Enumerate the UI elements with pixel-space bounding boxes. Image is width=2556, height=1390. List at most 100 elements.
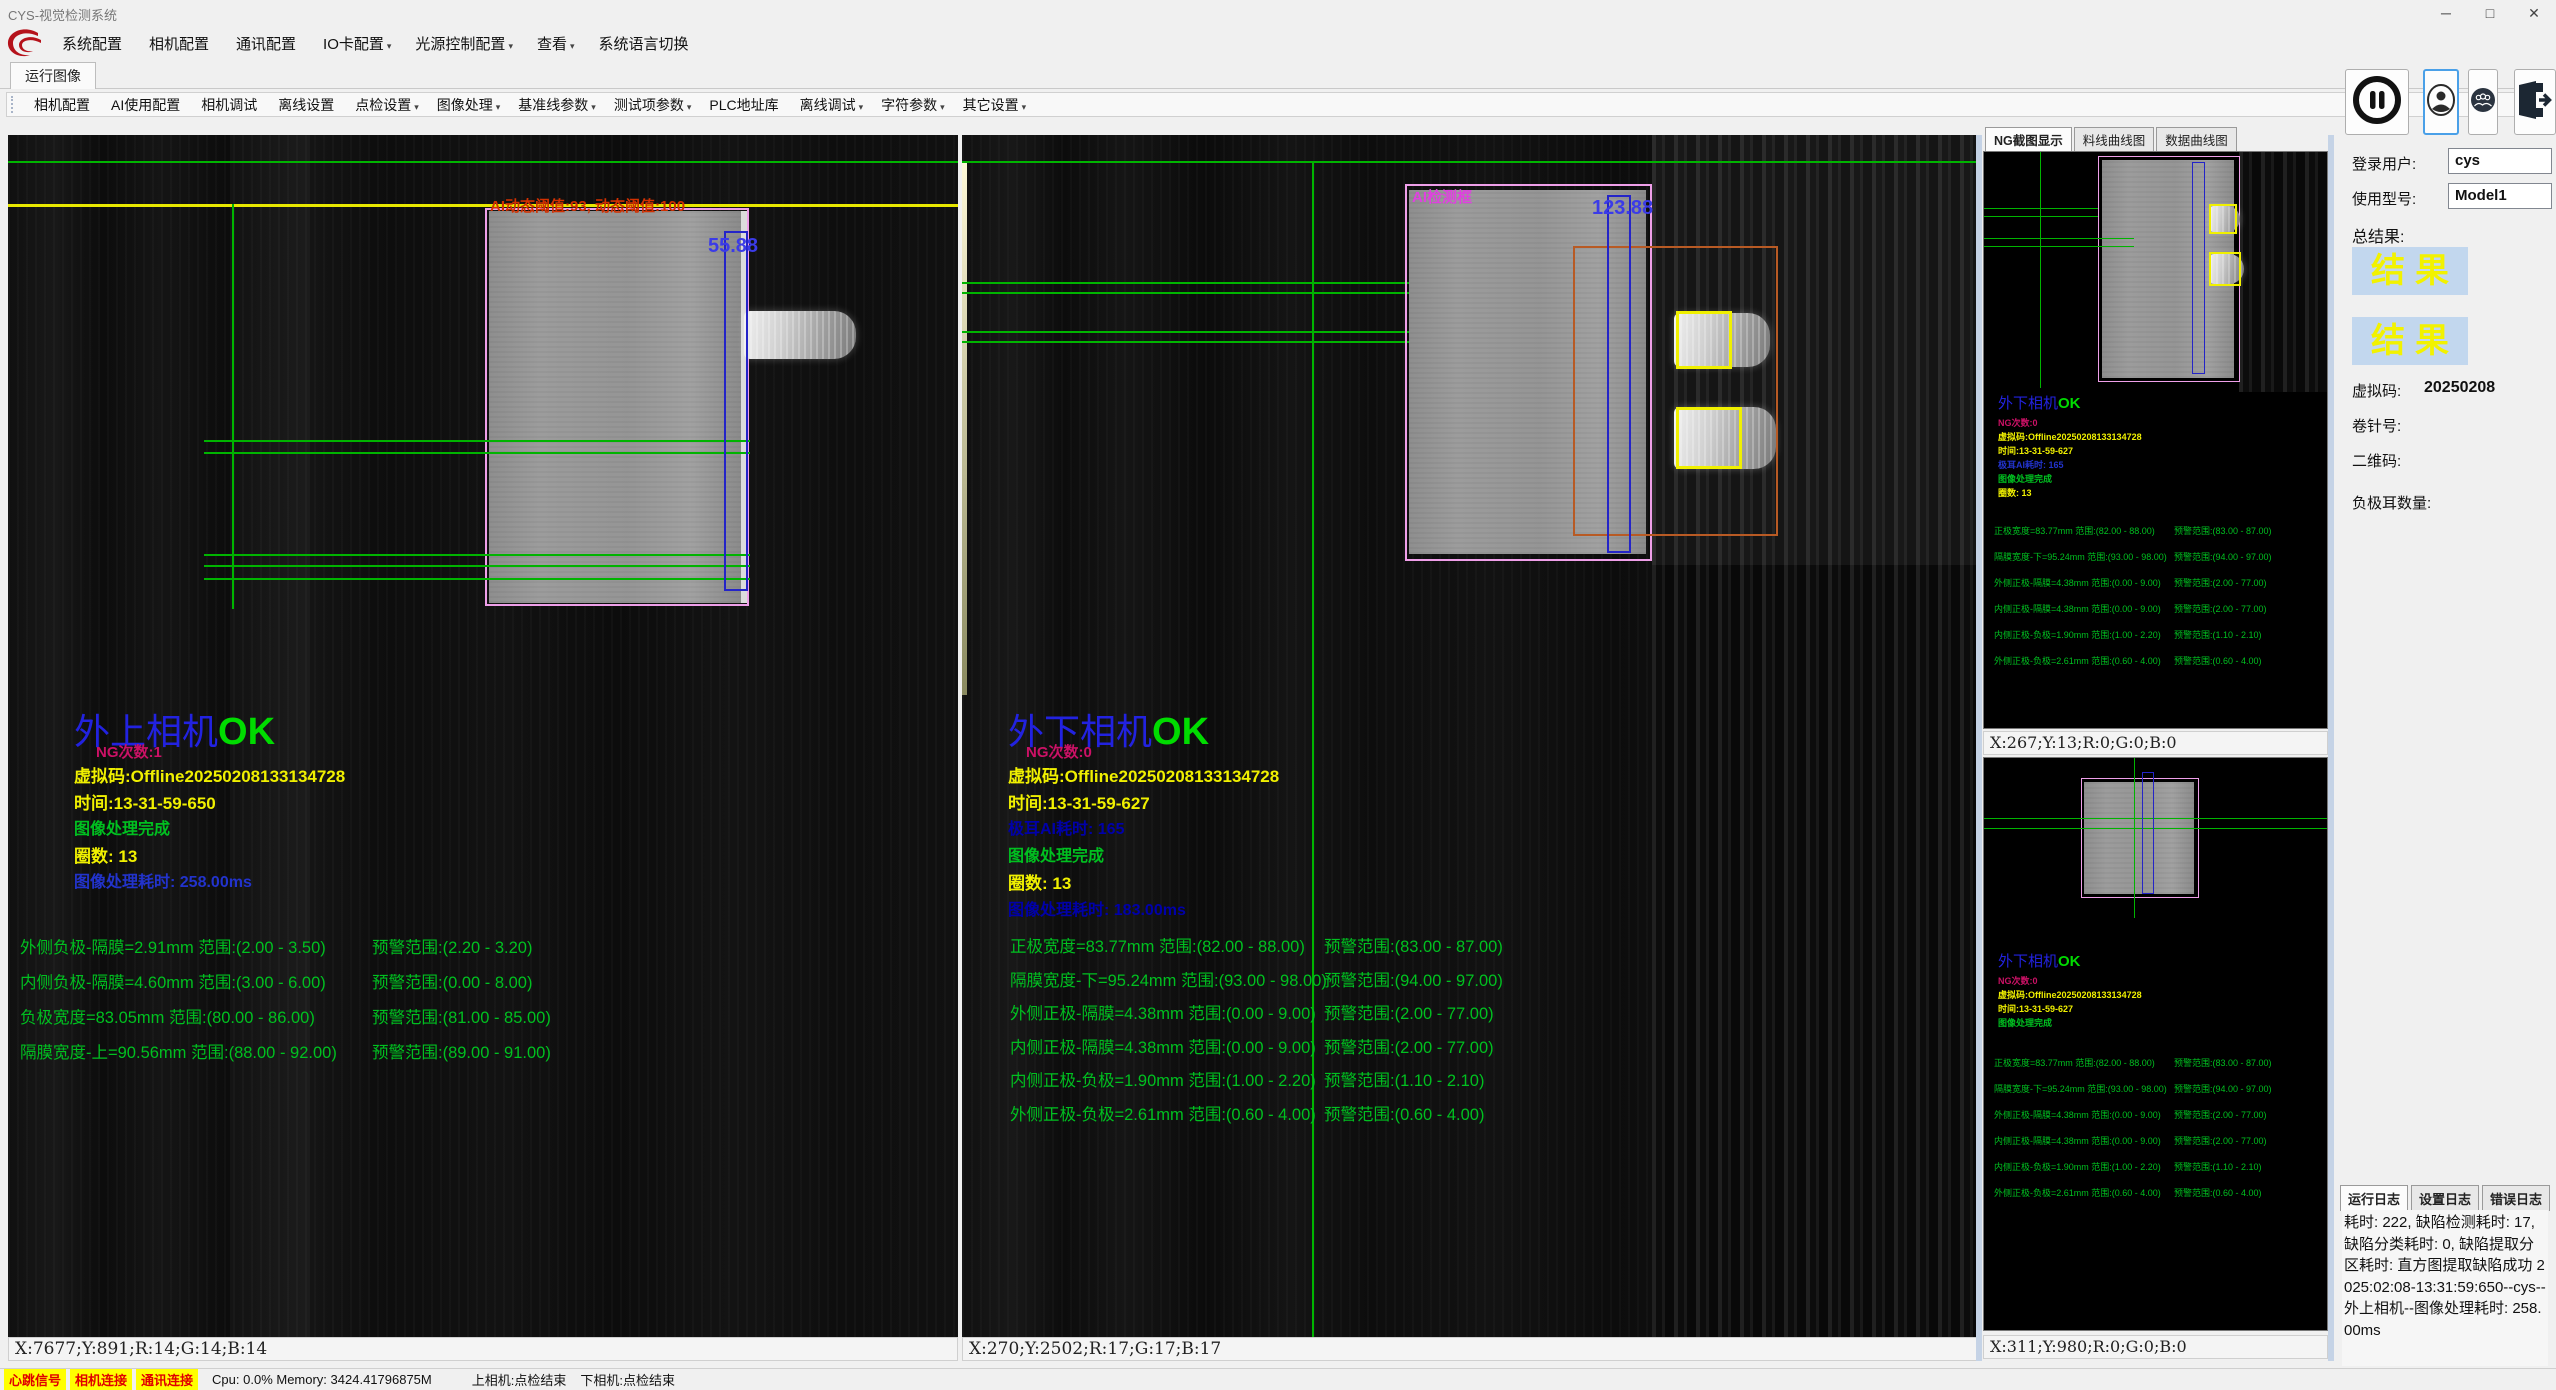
tab-ng-screenshot[interactable]: NG截图显示 xyxy=(1985,127,2072,151)
menu-item-label: 相机配置 xyxy=(149,36,209,53)
measurement-value: 外侧正极-负极=2.61mm 范围:(0.60 - 4.00) xyxy=(1010,1106,1316,1124)
measurement-warn-range: 预警范围:(0.60 - 4.00) xyxy=(1324,1099,1484,1133)
toolbar-item-label: PLC地址库 xyxy=(709,97,778,113)
menu-item[interactable]: 系统配置 xyxy=(50,33,137,54)
tab-data-curve[interactable]: 数据曲线图 xyxy=(2156,127,2237,151)
mini-measurement-value: 隔膜宽度-下=95.24mm 范围:(93.00 - 98.00) xyxy=(1994,1084,2167,1094)
ai-cost-line: 极耳AI耗时: 165 xyxy=(1008,815,1124,839)
log-tab-bar: 运行日志 设置日志 错误日志 xyxy=(2340,1185,2553,1211)
measurement-row: 内侧负极-隔膜=4.60mm 范围:(3.00 - 6.00) 预警范围:(0.… xyxy=(20,966,337,1001)
toolbar-item[interactable]: PLC地址库 xyxy=(700,95,790,115)
ai-threshold-label: AI动态阈值:93, 动态阈值:100 xyxy=(490,195,685,216)
preview-bottom-cursor-readout: X:311;Y:980;R:0;G:0;B:0 xyxy=(1983,1335,2328,1359)
model-field[interactable]: Model1 xyxy=(2448,183,2552,209)
ng-preview-top[interactable]: 外下相机OK NG次数:0 虚拟码:Offline202502081331347… xyxy=(1983,151,2328,729)
app-logo-icon xyxy=(5,27,43,59)
tab-run-log[interactable]: 运行日志 xyxy=(2340,1185,2408,1211)
menu-item[interactable]: 系统语言切换 xyxy=(587,33,704,54)
measurement-list: 外侧负极-隔膜=2.91mm 范围:(2.00 - 3.50) 预警范围:(2.… xyxy=(20,931,337,1071)
measurement-row: 隔膜宽度-上=90.56mm 范围:(88.00 - 92.00) 预警范围:(… xyxy=(20,1036,337,1071)
minimize-button[interactable]: ─ xyxy=(2424,0,2468,26)
virtual-code-label: 虚拟码: xyxy=(2352,380,2401,401)
toolbar-item[interactable]: 离线调试▾ xyxy=(791,95,873,115)
measurement-list: 正极宽度=83.77mm 范围:(82.00 - 88.00) 预警范围:(83… xyxy=(1010,931,1327,1132)
measurement-warn-range: 预警范围:(2.00 - 77.00) xyxy=(1324,1032,1494,1066)
virtual-code-value: 20250208 xyxy=(2424,379,2495,397)
measurement-value: 内侧正极-负极=1.90mm 范围:(1.00 - 2.20) xyxy=(1010,1072,1316,1090)
logout-icon xyxy=(2516,80,2554,125)
toolbar-item[interactable]: 相机配置 xyxy=(25,95,102,115)
process-cost-line: 图像处理耗时: 183.00ms xyxy=(1008,896,1186,920)
toolbar-item[interactable]: AI使用配置 xyxy=(102,95,192,115)
lower-camera-view[interactable]: AI检测框 123.88 外下相机OK NG次数:0 虚拟码:Offline20… xyxy=(962,135,1978,1337)
mini-machinery xyxy=(2239,152,2328,392)
toolbar-item[interactable]: 离线设置 xyxy=(269,95,346,115)
toolbar-item-label: 相机配置 xyxy=(34,97,90,113)
mini-measurement-warn: 预警范围:(83.00 - 87.00) xyxy=(2174,518,2272,544)
mini-measurement-row: 内侧正极-隔膜=4.38mm 范围:(0.00 - 9.00) 预警范围:(2.… xyxy=(1994,1128,2167,1154)
menu-item[interactable]: 相机配置 xyxy=(137,33,224,54)
ng-preview-bottom[interactable]: 外下相机OK NG次数:0 虚拟码:Offline202502081331347… xyxy=(1983,757,2328,1331)
mini-line-text: 虚拟码:Offline20250208133134728 xyxy=(1998,988,2142,1002)
chevron-down-icon: ▾ xyxy=(940,102,945,112)
mini-line-text: 时间:13-31-59-627 xyxy=(1998,444,2142,458)
menu-item[interactable]: IO卡配置▾ xyxy=(311,33,403,54)
toolbar-item[interactable]: 字符参数▾ xyxy=(872,95,954,115)
camera-status-ok: OK xyxy=(1152,711,1209,753)
tab-error-log[interactable]: 错误日志 xyxy=(2482,1185,2550,1211)
tab-config-log[interactable]: 设置日志 xyxy=(2411,1185,2479,1211)
mini-measurement-value: 外侧正极-负极=2.61mm 范围:(0.60 - 4.00) xyxy=(1994,1188,2161,1198)
toolbar-item[interactable]: 其它设置▾ xyxy=(954,95,1036,115)
mini-measurement-row: 隔膜宽度-下=95.24mm 范围:(93.00 - 98.00) 预警范围:(… xyxy=(1994,1076,2167,1102)
measurement-warn-range: 预警范围:(94.00 - 97.00) xyxy=(1324,965,1503,999)
toolbar-item[interactable]: 基准线参数▾ xyxy=(509,95,605,115)
reference-line-horizontal xyxy=(962,161,1978,163)
measurement-row: 外侧正极-隔膜=4.38mm 范围:(0.00 - 9.00) 预警范围:(2.… xyxy=(1010,998,1327,1032)
toolbar-item[interactable]: 相机调试 xyxy=(192,95,269,115)
pause-button[interactable] xyxy=(2345,69,2409,135)
toolbar-item[interactable]: 测试项参数▾ xyxy=(605,95,701,115)
measurement-value: 内侧正极-隔膜=4.38mm 范围:(0.00 - 9.00) xyxy=(1010,1039,1316,1057)
tab-run-image[interactable]: 运行图像 xyxy=(10,62,96,89)
tab-material-curve[interactable]: 料线曲线图 xyxy=(2074,127,2155,151)
status-badge: 通讯连接 xyxy=(136,1369,198,1390)
pause-icon xyxy=(2351,74,2403,131)
status-badge: 心跳信号 xyxy=(4,1369,66,1390)
toolbar-item-label: 测试项参数 xyxy=(614,97,684,113)
maximize-button[interactable]: □ xyxy=(2468,0,2512,26)
exit-button[interactable] xyxy=(2514,69,2556,135)
mini-measurement-row: 外侧正极-隔膜=4.38mm 范围:(0.00 - 9.00) 预警范围:(2.… xyxy=(1994,570,2167,596)
chevron-down-icon: ▾ xyxy=(591,102,596,112)
mini-frame-blue xyxy=(2142,772,2154,894)
close-button[interactable]: ✕ xyxy=(2512,0,2556,26)
mini-measurement-warn: 预警范围:(2.00 - 77.00) xyxy=(2174,1102,2267,1128)
login-user-field[interactable]: cys xyxy=(2448,148,2552,174)
menu-item-label: 查看 xyxy=(537,36,567,53)
measurement-row: 外侧正极-负极=2.61mm 范围:(0.60 - 4.00) 预警范围:(0.… xyxy=(1010,1099,1327,1133)
status-badges: 心跳信号 相机连接 通讯连接 xyxy=(0,1369,198,1390)
menu-item[interactable]: 通讯配置 xyxy=(224,33,311,54)
mini-line xyxy=(1984,828,2328,829)
upper-camera-view[interactable]: AI动态阈值:93, 动态阈值:100 55.88 外上相机OK NG次数:1 … xyxy=(8,135,958,1337)
toolbar-item[interactable]: 点检设置▾ xyxy=(346,95,428,115)
toolbar-grip[interactable] xyxy=(11,96,17,113)
mini-measurement-warn: 预警范围:(0.60 - 4.00) xyxy=(2174,648,2262,674)
measurement-value: 外侧负极-隔膜=2.91mm 范围:(2.00 - 3.50) xyxy=(20,939,326,957)
log-content[interactable]: 耗时: 222, 缺陷检测耗时: 17, 缺陷分类耗时: 0, 缺陷提取分区耗时… xyxy=(2342,1210,2548,1366)
mini-camera-status: OK xyxy=(2058,395,2081,412)
chevron-down-icon: ▾ xyxy=(570,41,575,51)
toolbar-item-label: 离线设置 xyxy=(278,97,334,113)
user-manage-button[interactable] xyxy=(2468,69,2498,135)
menu-item[interactable]: 查看▾ xyxy=(525,33,587,54)
process-done-line: 图像处理完成 xyxy=(1008,842,1104,866)
toolbar-item-label: 点检设置 xyxy=(355,97,411,113)
user-login-button[interactable] xyxy=(2423,69,2459,135)
detect-frame-orange xyxy=(1573,246,1778,536)
chevron-down-icon: ▾ xyxy=(1022,102,1027,112)
divider xyxy=(1976,135,1982,1361)
users-icon xyxy=(2470,87,2496,118)
measurement-value: 隔膜宽度-上=90.56mm 范围:(88.00 - 92.00) xyxy=(20,1044,337,1062)
status-bar: 心跳信号 相机连接 通讯连接 Cpu: 0.0% Memory: 3424.41… xyxy=(0,1368,2556,1390)
menu-item[interactable]: 光源控制配置▾ xyxy=(403,33,525,54)
toolbar-item[interactable]: 图像处理▾ xyxy=(428,95,510,115)
